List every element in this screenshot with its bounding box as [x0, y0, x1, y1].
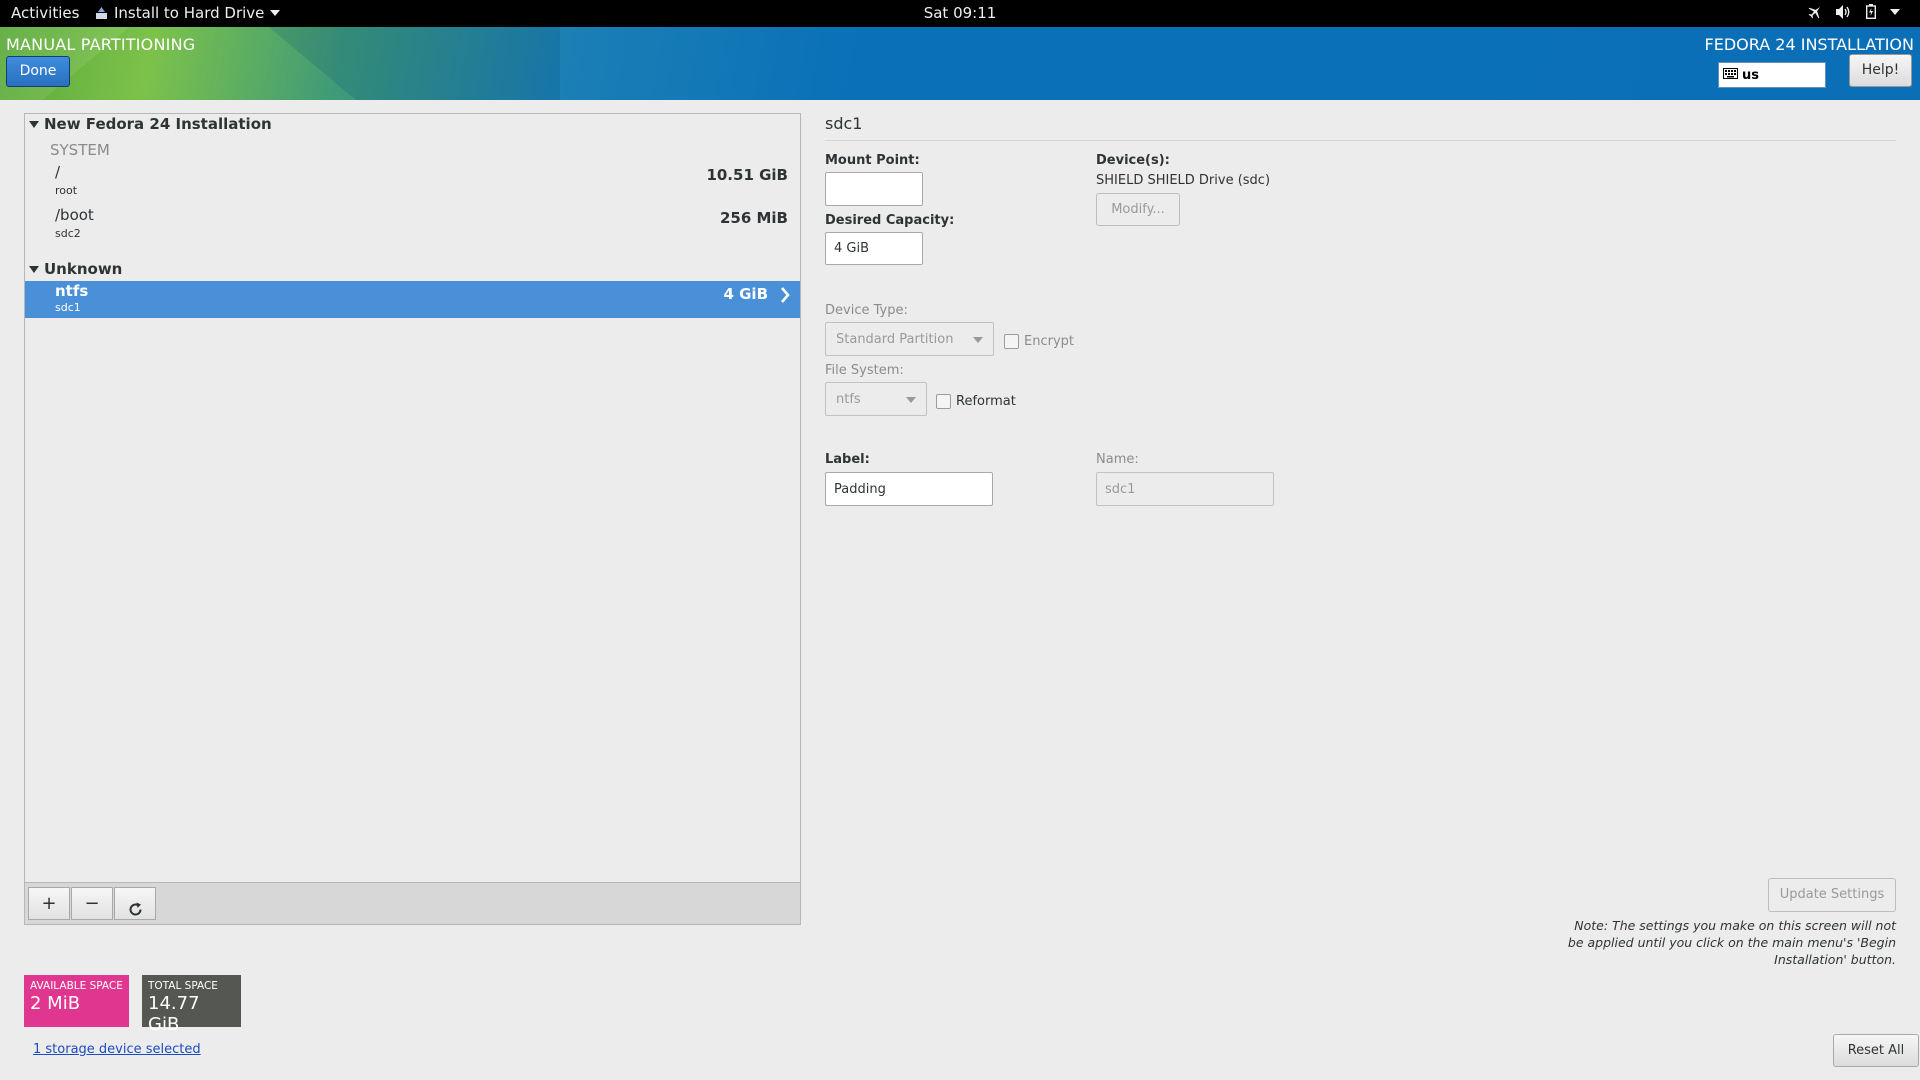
- group-new-installation[interactable]: New Fedora 24 Installation: [29, 115, 272, 133]
- mount-row-root[interactable]: / root 10.51 GiB: [25, 163, 800, 203]
- reset-all-button[interactable]: Reset All: [1833, 1034, 1919, 1067]
- group-title: Unknown: [44, 260, 123, 278]
- dropdown-arrow-icon: [906, 397, 916, 403]
- checkbox-box: [1004, 334, 1019, 349]
- reformat-checkbox[interactable]: Reformat: [936, 394, 1016, 409]
- file-system-label: File System:: [825, 363, 904, 378]
- mount-size: 10.51 GiB: [706, 166, 788, 184]
- system-menu-chevron-icon: [1890, 8, 1900, 15]
- device-name: sdc1: [55, 301, 81, 314]
- separator: [825, 140, 1896, 141]
- device-name: root: [55, 184, 78, 197]
- volume-icon: [1836, 4, 1852, 19]
- page-title: MANUAL PARTITIONING: [6, 35, 196, 54]
- top-bar: Activities Install to Hard Drive Sat 09:…: [0, 0, 1920, 27]
- file-system-select[interactable]: ntfs: [825, 382, 927, 416]
- keyboard-layout-label: us: [1742, 67, 1759, 83]
- mount-point: ntfs: [55, 282, 89, 300]
- system-section-label: SYSTEM: [50, 141, 110, 159]
- desired-capacity-label: Desired Capacity:: [825, 213, 955, 228]
- file-system-value: ntfs: [836, 391, 861, 407]
- total-space-label: TOTAL SPACE: [148, 980, 218, 992]
- mount-point: /boot: [55, 206, 94, 224]
- remove-mount-point-button[interactable]: −: [71, 887, 113, 920]
- keyboard-icon: [1723, 67, 1738, 83]
- group-title: New Fedora 24 Installation: [44, 115, 272, 133]
- help-button[interactable]: Help!: [1849, 54, 1912, 87]
- name-input[interactable]: sdc1: [1096, 472, 1274, 506]
- mount-point-input[interactable]: [825, 172, 923, 206]
- expander-down-icon: [29, 265, 39, 273]
- mount-row-ntfs[interactable]: ntfs sdc1 4 GiB: [25, 281, 800, 318]
- mount-size: 256 MiB: [719, 209, 788, 227]
- mount-point: /: [55, 163, 61, 181]
- chevron-right-icon: [780, 287, 790, 307]
- settings-note: Note: The settings you make on this scre…: [1567, 918, 1896, 967]
- storage-device-link[interactable]: 1 storage device selected: [33, 1042, 201, 1057]
- devices-value: SHIELD SHIELD Drive (sdc): [1096, 173, 1271, 188]
- keyboard-layout-indicator[interactable]: us: [1718, 62, 1826, 88]
- checkbox-box: [936, 394, 951, 409]
- selected-device-title: sdc1: [825, 114, 863, 133]
- mount-row-boot[interactable]: /boot sdc2 256 MiB: [25, 206, 800, 246]
- available-space-box: AVAILABLE SPACE 2 MiB: [24, 975, 129, 1027]
- desired-capacity-input[interactable]: 4 GiB: [825, 232, 923, 265]
- tree-toolbar: + −: [25, 882, 800, 924]
- encrypt-label: Encrypt: [1024, 334, 1074, 349]
- done-button[interactable]: Done: [6, 56, 70, 87]
- installation-title: FEDORA 24 INSTALLATION: [1704, 35, 1914, 54]
- dropdown-arrow-icon: [973, 337, 983, 343]
- label-field-label: Label:: [825, 452, 870, 467]
- devices-label: Device(s):: [1096, 153, 1170, 168]
- system-tray[interactable]: [1808, 4, 1900, 19]
- expander-down-icon: [29, 120, 39, 128]
- device-type-value: Standard Partition: [836, 331, 954, 347]
- total-space-value: 14.77 GiB: [148, 993, 200, 1035]
- name-field-label: Name:: [1096, 452, 1139, 467]
- modify-button[interactable]: Modify...: [1096, 193, 1180, 226]
- update-settings-button[interactable]: Update Settings: [1768, 878, 1896, 912]
- refresh-icon: [128, 896, 143, 927]
- add-mount-point-button[interactable]: +: [28, 887, 70, 920]
- total-space-box: TOTAL SPACE 14.77 GiB: [142, 975, 241, 1035]
- battery-icon: [1866, 4, 1876, 19]
- group-unknown[interactable]: Unknown: [29, 260, 122, 278]
- device-type-label: Device Type:: [825, 303, 908, 318]
- airplane-icon: [1808, 5, 1822, 19]
- available-space-value: 2 MiB: [30, 993, 81, 1014]
- mount-point-tree: New Fedora 24 Installation SYSTEM / root…: [24, 113, 801, 925]
- header-banner: MANUAL PARTITIONING Done FEDORA 24 INSTA…: [0, 27, 1920, 100]
- device-type-select[interactable]: Standard Partition: [825, 322, 994, 356]
- label-input[interactable]: Padding: [825, 472, 993, 506]
- reformat-label: Reformat: [956, 394, 1016, 409]
- available-space-label: AVAILABLE SPACE: [30, 980, 123, 992]
- mount-size: 4 GiB: [723, 285, 768, 303]
- mount-point-label: Mount Point:: [825, 153, 920, 168]
- clock[interactable]: Sat 09:11: [0, 4, 1920, 22]
- refresh-button[interactable]: [114, 887, 156, 920]
- encrypt-checkbox[interactable]: Encrypt: [1004, 334, 1074, 349]
- device-name: sdc2: [55, 227, 81, 240]
